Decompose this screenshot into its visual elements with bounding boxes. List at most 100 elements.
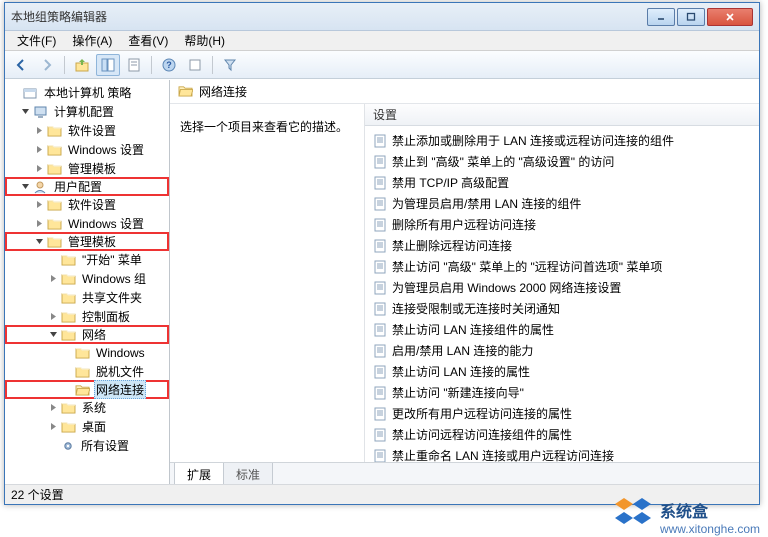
list-item-label: 禁止到 "高级" 菜单上的 "高级设置" 的访问 xyxy=(392,153,614,170)
watermark-logo-icon xyxy=(612,496,654,537)
tree-computer-config[interactable]: 计算机配置 xyxy=(5,102,169,121)
content-area: 选择一个项目来查看它的描述。 设置 禁止添加或删除用于 LAN 连接或远程访问连… xyxy=(170,104,759,462)
list-item-label: 启用/禁用 LAN 连接的能力 xyxy=(392,342,533,359)
minimize-button[interactable] xyxy=(647,8,675,26)
policy-icon xyxy=(23,86,38,100)
separator xyxy=(64,56,65,74)
list-item[interactable]: 为管理员启用/禁用 LAN 连接的组件 xyxy=(365,193,759,214)
collapse-icon[interactable] xyxy=(47,329,59,341)
list-item[interactable]: 更改所有用户远程访问连接的属性 xyxy=(365,403,759,424)
list-item[interactable]: 禁止添加或删除用于 LAN 连接或远程访问连接的组件 xyxy=(365,130,759,151)
filter-button[interactable] xyxy=(218,54,242,76)
expand-icon[interactable] xyxy=(47,402,59,414)
list-item[interactable]: 禁止访问 LAN 连接组件的属性 xyxy=(365,319,759,340)
right-pane: 网络连接 选择一个项目来查看它的描述。 设置 禁止添加或删除用于 LAN 连接或… xyxy=(170,80,759,484)
tree-root[interactable]: 本地计算机 策略 xyxy=(5,83,169,102)
list-item[interactable]: 禁止访问 LAN 连接的属性 xyxy=(365,361,759,382)
tree-system[interactable]: 系统 xyxy=(5,398,169,417)
list-item-label: 禁止删除远程访问连接 xyxy=(392,237,512,254)
tree-desktop[interactable]: 桌面 xyxy=(5,417,169,436)
tree-uc-windows[interactable]: Windows 设置 xyxy=(5,214,169,233)
settings-list[interactable]: 禁止添加或删除用于 LAN 连接或远程访问连接的组件禁止到 "高级" 菜单上的 … xyxy=(365,126,759,462)
description-text: 选择一个项目来查看它的描述。 xyxy=(180,120,348,134)
menu-help[interactable]: 帮助(H) xyxy=(176,30,233,51)
list-item[interactable]: 删除所有用户远程访问连接 xyxy=(365,214,759,235)
tree-pane: 本地计算机 策略 计算机配置 软件设置 Windows 设置 管理模板 用户配置… xyxy=(5,80,170,484)
back-button[interactable] xyxy=(9,54,33,76)
description-column: 选择一个项目来查看它的描述。 xyxy=(170,104,365,462)
tree-net-connections[interactable]: 网络连接 xyxy=(5,380,169,399)
list-item[interactable]: 禁止访问远程访问连接组件的属性 xyxy=(365,424,759,445)
list-item[interactable]: 禁止访问 "高级" 菜单上的 "远程访问首选项" 菜单项 xyxy=(365,256,759,277)
folder-icon xyxy=(47,143,62,156)
folder-icon xyxy=(47,198,62,211)
expand-icon[interactable] xyxy=(33,125,45,137)
tree-scroll[interactable]: 本地计算机 策略 计算机配置 软件设置 Windows 设置 管理模板 用户配置… xyxy=(5,80,169,484)
column-header[interactable]: 设置 xyxy=(365,104,759,126)
maximize-button[interactable] xyxy=(677,8,705,26)
collapse-icon[interactable] xyxy=(19,181,31,193)
expand-icon[interactable] xyxy=(47,273,59,285)
tree-cc-software[interactable]: 软件设置 xyxy=(5,121,169,140)
folder-icon xyxy=(47,217,62,230)
menu-view[interactable]: 查看(V) xyxy=(120,30,176,51)
export-button[interactable] xyxy=(183,54,207,76)
tab-standard[interactable]: 标准 xyxy=(223,463,273,484)
setting-icon xyxy=(373,260,387,274)
menubar: 文件(F) 操作(A) 查看(V) 帮助(H) xyxy=(5,31,759,51)
list-item[interactable]: 禁止重命名 LAN 连接或用户远程访问连接 xyxy=(365,445,759,462)
expand-icon[interactable] xyxy=(47,421,59,433)
list-item[interactable]: 启用/禁用 LAN 连接的能力 xyxy=(365,340,759,361)
list-item[interactable]: 为管理员启用 Windows 2000 网络连接设置 xyxy=(365,277,759,298)
list-item[interactable]: 禁止到 "高级" 菜单上的 "高级设置" 的访问 xyxy=(365,151,759,172)
folder-icon xyxy=(61,328,76,341)
tree-start-menu[interactable]: "开始" 菜单 xyxy=(5,250,169,269)
folder-open-icon xyxy=(75,383,90,396)
tab-extended[interactable]: 扩展 xyxy=(174,463,224,484)
toolbar: ? xyxy=(5,51,759,79)
help-button[interactable]: ? xyxy=(157,54,181,76)
expand-icon[interactable] xyxy=(33,218,45,230)
tree-windows-components[interactable]: Windows 组 xyxy=(5,269,169,288)
tree-all-settings[interactable]: 所有设置 xyxy=(5,436,169,455)
list-item-label: 为管理员启用 Windows 2000 网络连接设置 xyxy=(392,279,621,296)
forward-button[interactable] xyxy=(35,54,59,76)
show-tree-button[interactable] xyxy=(96,54,120,76)
tree-cc-admin[interactable]: 管理模板 xyxy=(5,159,169,178)
expand-icon[interactable] xyxy=(33,199,45,211)
up-button[interactable] xyxy=(70,54,94,76)
tree-net-windows[interactable]: Windows xyxy=(5,343,169,362)
tree-control-panel[interactable]: 控制面板 xyxy=(5,307,169,326)
watermark: 系统盒 www.xitonghe.com xyxy=(612,496,760,537)
list-item[interactable]: 禁止访问 "新建连接向导" xyxy=(365,382,759,403)
collapse-icon[interactable] xyxy=(19,106,31,118)
setting-icon xyxy=(373,407,387,421)
expand-icon[interactable] xyxy=(33,163,45,175)
list-item[interactable]: 连接受限制或无连接时关闭通知 xyxy=(365,298,759,319)
tree-uc-admin[interactable]: 管理模板 xyxy=(5,232,169,251)
close-button[interactable] xyxy=(707,8,753,26)
setting-icon xyxy=(373,428,387,442)
folder-icon xyxy=(61,420,76,433)
list-item[interactable]: 禁止删除远程访问连接 xyxy=(365,235,759,256)
tree-uc-software[interactable]: 软件设置 xyxy=(5,195,169,214)
menu-action[interactable]: 操作(A) xyxy=(64,30,120,51)
tree-shared-folders[interactable]: 共享文件夹 xyxy=(5,288,169,307)
list-item[interactable]: 禁用 TCP/IP 高级配置 xyxy=(365,172,759,193)
list-item-label: 禁止访问 LAN 连接的属性 xyxy=(392,363,530,380)
list-item-label: 连接受限制或无连接时关闭通知 xyxy=(392,300,560,317)
expander-icon[interactable] xyxy=(9,87,21,99)
menu-file[interactable]: 文件(F) xyxy=(9,30,64,51)
tree-net-offline[interactable]: 脱机文件 xyxy=(5,362,169,381)
properties-button[interactable] xyxy=(122,54,146,76)
list-item-label: 禁止访问远程访问连接组件的属性 xyxy=(392,426,572,443)
setting-icon xyxy=(373,365,387,379)
tree-network[interactable]: 网络 xyxy=(5,325,169,344)
expand-icon[interactable] xyxy=(33,144,45,156)
setting-icon xyxy=(373,239,387,253)
expand-icon[interactable] xyxy=(47,311,59,323)
app-window: 本地组策略编辑器 文件(F) 操作(A) 查看(V) 帮助(H) ? xyxy=(4,2,760,505)
tree-user-config[interactable]: 用户配置 xyxy=(5,177,169,196)
collapse-icon[interactable] xyxy=(33,236,45,248)
tree-cc-windows[interactable]: Windows 设置 xyxy=(5,140,169,159)
